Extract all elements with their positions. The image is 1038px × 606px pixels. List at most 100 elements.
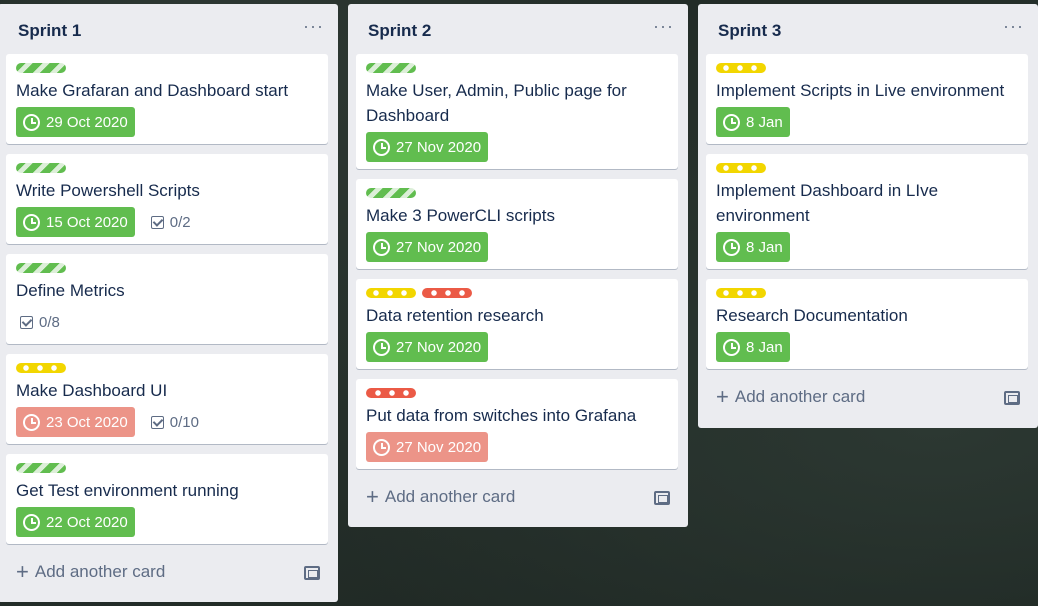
- card[interactable]: Get Test environment running 22 Oct 2020: [6, 454, 328, 544]
- card[interactable]: Define Metrics 0/8: [6, 254, 328, 344]
- due-date-badge[interactable]: 27 Nov 2020: [366, 332, 489, 362]
- list-header: Sprint 2 ···: [356, 4, 678, 54]
- card[interactable]: Make 3 PowerCLI scripts 27 Nov 2020: [356, 179, 678, 269]
- checklist-badge: 0/8: [16, 314, 60, 331]
- label-yellow[interactable]: [716, 163, 766, 173]
- clock-icon: [373, 138, 390, 156]
- label-red[interactable]: [422, 288, 472, 298]
- list-sprint-2: Sprint 2 ··· Make User, Admin, Public pa…: [348, 4, 688, 527]
- label-yellow[interactable]: [16, 363, 66, 373]
- due-date-text: 23 Oct 2020: [46, 413, 128, 431]
- add-card-button[interactable]: + Add another card: [716, 384, 866, 409]
- checklist-badge: 0/2: [147, 214, 191, 231]
- clock-icon: [23, 513, 40, 531]
- card-template-icon[interactable]: [654, 491, 670, 505]
- plus-icon: +: [366, 484, 379, 509]
- card-title: Research Documentation: [716, 306, 908, 325]
- card[interactable]: Make Grafaran and Dashboard start 29 Oct…: [6, 54, 328, 144]
- due-date-badge[interactable]: 8 Jan: [716, 332, 790, 362]
- list-header: Sprint 3 ···: [706, 4, 1028, 54]
- add-card-label: Add another card: [734, 387, 866, 406]
- plus-icon: +: [716, 384, 729, 409]
- checklist-badge: 0/10: [147, 414, 199, 431]
- checklist-count: 0/2: [169, 213, 191, 231]
- due-date-text: 8 Jan: [746, 113, 783, 131]
- checklist-icon: [20, 315, 33, 329]
- due-date-text: 27 Nov 2020: [396, 138, 482, 156]
- card[interactable]: Research Documentation 8 Jan: [706, 279, 1028, 369]
- card-title: Make Grafaran and Dashboard start: [16, 81, 289, 100]
- card-title: Put data from switches into Grafana: [366, 406, 637, 425]
- clock-icon: [23, 413, 40, 431]
- card-template-icon[interactable]: [1004, 391, 1020, 405]
- card[interactable]: Implement Scripts in Live environment 8 …: [706, 54, 1028, 144]
- label-green[interactable]: [16, 263, 66, 273]
- due-date-badge[interactable]: 27 Nov 2020: [366, 432, 489, 462]
- clock-icon: [373, 238, 390, 256]
- due-date-text: 8 Jan: [746, 238, 783, 256]
- due-date-text: 27 Nov 2020: [396, 238, 482, 256]
- card-title: Define Metrics: [16, 281, 125, 300]
- card[interactable]: Implement Dashboard in LIve environment …: [706, 154, 1028, 269]
- add-card-label: Add another card: [34, 562, 166, 581]
- list-sprint-1: Sprint 1 ··· Make Grafaran and Dashboard…: [0, 4, 338, 602]
- due-date-text: 29 Oct 2020: [46, 113, 128, 131]
- checklist-count: 0/8: [39, 313, 60, 331]
- card[interactable]: Write Powershell Scripts 15 Oct 2020 0/2: [6, 154, 328, 244]
- clock-icon: [723, 238, 740, 256]
- list-title[interactable]: Sprint 3: [718, 21, 781, 41]
- add-card-button[interactable]: + Add another card: [366, 484, 516, 509]
- card-title: Data retention research: [366, 306, 544, 325]
- list-sprint-3: Sprint 3 ··· Implement Scripts in Live e…: [698, 4, 1038, 428]
- card-title: Write Powershell Scripts: [16, 181, 200, 200]
- list-title[interactable]: Sprint 2: [368, 21, 431, 41]
- label-red[interactable]: [366, 388, 416, 398]
- card[interactable]: Put data from switches into Grafana 27 N…: [356, 379, 678, 469]
- card-title: Make 3 PowerCLI scripts: [366, 206, 555, 225]
- label-yellow[interactable]: [716, 63, 766, 73]
- add-card-row: + Add another card: [356, 479, 678, 519]
- label-green[interactable]: [16, 463, 66, 473]
- label-green[interactable]: [16, 63, 66, 73]
- due-date-badge[interactable]: 27 Nov 2020: [366, 132, 489, 162]
- card[interactable]: Make User, Admin, Public page for Dashbo…: [356, 54, 678, 169]
- due-date-badge[interactable]: 8 Jan: [716, 232, 790, 262]
- list-menu-icon[interactable]: ···: [653, 16, 674, 37]
- list-menu-icon[interactable]: ···: [303, 16, 324, 37]
- due-date-text: 22 Oct 2020: [46, 513, 128, 531]
- card-title: Implement Dashboard in LIve environment: [716, 181, 939, 225]
- card-title: Implement Scripts in Live environment: [716, 81, 1005, 100]
- clock-icon: [23, 113, 40, 131]
- card[interactable]: Data retention research 27 Nov 2020: [356, 279, 678, 369]
- label-green[interactable]: [366, 188, 416, 198]
- label-green[interactable]: [16, 163, 66, 173]
- due-date-text: 27 Nov 2020: [396, 338, 482, 356]
- list-header: Sprint 1 ···: [6, 4, 328, 54]
- due-date-badge[interactable]: 27 Nov 2020: [366, 232, 489, 262]
- card-title: Make User, Admin, Public page for Dashbo…: [366, 81, 627, 125]
- add-card-label: Add another card: [384, 487, 516, 506]
- list-menu-icon[interactable]: ···: [1003, 16, 1024, 37]
- due-date-badge[interactable]: 15 Oct 2020: [16, 207, 135, 237]
- card-title: Get Test environment running: [16, 481, 239, 500]
- label-yellow[interactable]: [366, 288, 416, 298]
- list-title[interactable]: Sprint 1: [18, 21, 81, 41]
- checklist-count: 0/10: [169, 413, 199, 431]
- card-template-icon[interactable]: [304, 566, 320, 580]
- label-green[interactable]: [366, 63, 416, 73]
- due-date-badge[interactable]: 22 Oct 2020: [16, 507, 135, 537]
- label-yellow[interactable]: [716, 288, 766, 298]
- clock-icon: [373, 438, 390, 456]
- due-date-text: 15 Oct 2020: [46, 213, 128, 231]
- due-date-text: 27 Nov 2020: [396, 438, 482, 456]
- add-card-row: + Add another card: [706, 379, 1028, 419]
- checklist-icon: [150, 415, 164, 429]
- due-date-badge[interactable]: 8 Jan: [716, 107, 790, 137]
- due-date-badge[interactable]: 29 Oct 2020: [16, 107, 135, 137]
- due-date-badge[interactable]: 23 Oct 2020: [16, 407, 135, 437]
- clock-icon: [23, 213, 40, 231]
- clock-icon: [373, 338, 390, 356]
- card[interactable]: Make Dashboard UI 23 Oct 2020 0/10: [6, 354, 328, 444]
- add-card-button[interactable]: + Add another card: [16, 561, 166, 583]
- checklist-icon: [150, 215, 164, 229]
